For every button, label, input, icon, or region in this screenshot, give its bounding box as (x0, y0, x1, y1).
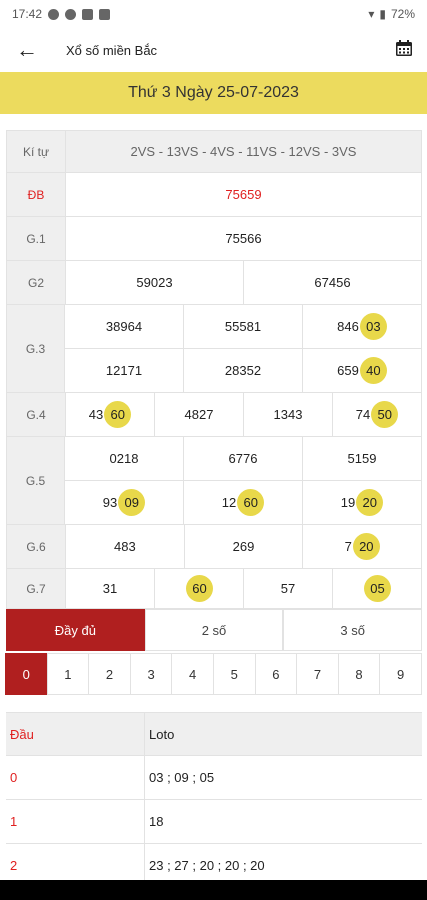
head-digit: 0 (6, 756, 145, 799)
header-codes: 2VS - 13VS - 4VS - 11VS - 12VS - 3VS (66, 131, 422, 172)
highlight-tail: 20 (356, 489, 384, 516)
digit-8[interactable]: 8 (337, 653, 381, 695)
prize-value: 93 09 (65, 481, 184, 524)
column-header-dau: Đầu (6, 713, 145, 755)
digit-9[interactable]: 9 (379, 653, 422, 695)
youtube-icon (99, 8, 111, 20)
view-mode-tabs: Đầy đủ 2 số 3 số (6, 609, 423, 651)
prize-label-g4: G.4 (7, 393, 66, 436)
back-arrow-icon[interactable]: ← (0, 28, 54, 72)
prize-value: 483 (66, 525, 185, 568)
app-bar: ← Xổ số miền Bắc (0, 28, 427, 72)
highlight-tail: 03 (359, 313, 387, 340)
loto-numbers: 18 (149, 814, 164, 829)
tab-full[interactable]: Đầy đủ (6, 609, 145, 651)
table-row: 0 03 ; 09 ; 05 (6, 756, 422, 800)
table-row: ĐB 75659 (6, 173, 422, 217)
head-digit: 1 (6, 800, 145, 843)
prize-label-db: ĐB (7, 173, 66, 216)
battery-level: 72% (390, 7, 415, 21)
navigation-bar (0, 880, 427, 900)
status-bar: 17:42 ▾ ▮ 72% (0, 0, 427, 28)
telegram-icon (82, 8, 94, 20)
page-title: Xổ số miền Bắc (66, 42, 158, 58)
highlight-tail: 05 (364, 575, 391, 602)
highlight-tail: 60 (104, 401, 132, 428)
digit-4[interactable]: 4 (171, 653, 214, 695)
prize-value: 0218 (65, 437, 184, 480)
prize-value: 38964 (65, 305, 184, 348)
prize-value: 269 (184, 525, 304, 568)
messenger-icon (65, 8, 77, 20)
table-row: 38964 55581 846 03 (65, 305, 422, 349)
digit-6[interactable]: 6 (254, 653, 298, 695)
prize-label-g5: G.5 (6, 437, 65, 525)
draw-date-banner: Thứ 3 Ngày 25-07-2023 (0, 72, 427, 114)
digit-1[interactable]: 1 (46, 653, 90, 695)
prize-value: 19 20 (303, 481, 422, 524)
table-row: G2 59023 67456 (6, 261, 422, 305)
table-row: G.6 483 269 7 20 (6, 525, 423, 569)
prize-label-g7: G.7 (7, 569, 66, 608)
prize-value: 7 20 (303, 525, 423, 568)
prize-value: 43 60 (66, 393, 155, 436)
prize-value: 67456 (244, 261, 422, 304)
prize-value: 5159 (303, 437, 422, 480)
prize-value: 4827 (155, 393, 244, 436)
prize-value: 6776 (184, 437, 303, 480)
battery-icon: ▮ (379, 7, 386, 21)
table-row: Kí tự 2VS - 13VS - 4VS - 11VS - 12VS - 3… (6, 130, 422, 173)
prize-value-g1: 75566 (66, 217, 422, 260)
prize-value: 59023 (66, 261, 244, 304)
prize-value: 28352 (184, 349, 303, 392)
digit-filter: 0 1 2 3 4 5 6 7 8 9 (5, 653, 422, 695)
prize-label-g2: G2 (7, 261, 66, 304)
highlight-tail: 60 (186, 575, 213, 602)
prize-value: 60 (155, 569, 244, 608)
highlight-tail: 40 (359, 357, 387, 384)
highlight-tail: 20 (352, 533, 380, 560)
prize-value: 12 60 (184, 481, 303, 524)
table-header: Đầu Loto (6, 712, 422, 756)
digit-7[interactable]: 7 (296, 653, 339, 695)
prize-value: 1343 (244, 393, 333, 436)
wifi-icon: ▾ (368, 7, 375, 21)
tab-3-digits[interactable]: 3 số (283, 609, 423, 651)
table-row: 93 09 12 60 19 20 (65, 481, 422, 525)
digit-2[interactable]: 2 (88, 653, 131, 695)
prize-value-db: 75659 (66, 173, 422, 216)
notification-icon (48, 8, 60, 20)
highlight-tail: 09 (118, 489, 146, 516)
table-row: G.4 43 60 4827 1343 74 50 (6, 393, 422, 437)
status-time: 17:42 (12, 7, 43, 21)
prize-value: 659 40 (303, 349, 422, 392)
prize-value: 05 (333, 569, 422, 608)
loto-numbers: 03 ; 09 ; 05 (149, 770, 215, 785)
digit-0[interactable]: 0 (5, 653, 48, 695)
table-row: G.1 75566 (6, 217, 422, 261)
table-row: G.7 31 60 57 05 (6, 569, 422, 609)
table-row: 1 18 (6, 800, 422, 844)
table-row: 0218 6776 5159 (65, 437, 422, 481)
prize-label-g1: G.1 (7, 217, 66, 260)
prize-value: 12171 (65, 349, 184, 392)
highlight-tail: 50 (371, 401, 399, 428)
header-label: Kí tự (7, 131, 66, 172)
prize-value: 31 (66, 569, 155, 608)
prize-label-g6: G.6 (7, 525, 66, 568)
table-row: 12171 28352 659 40 (65, 349, 422, 393)
prize-value: 55581 (184, 305, 303, 348)
digit-3[interactable]: 3 (129, 653, 173, 695)
tab-2-digits[interactable]: 2 số (144, 609, 284, 651)
prize-value: 846 03 (303, 305, 422, 348)
column-header-loto: Loto (149, 726, 175, 742)
prize-label-g3: G.3 (6, 305, 65, 393)
prize-value: 74 50 (333, 393, 422, 436)
prize-value: 57 (244, 569, 333, 608)
digit-5[interactable]: 5 (212, 653, 256, 695)
highlight-tail: 60 (237, 489, 265, 516)
calendar-icon[interactable] (395, 39, 413, 57)
loto-table: Đầu Loto 0 03 ; 09 ; 05 1 18 2 23 ; 27 ;… (6, 712, 422, 888)
